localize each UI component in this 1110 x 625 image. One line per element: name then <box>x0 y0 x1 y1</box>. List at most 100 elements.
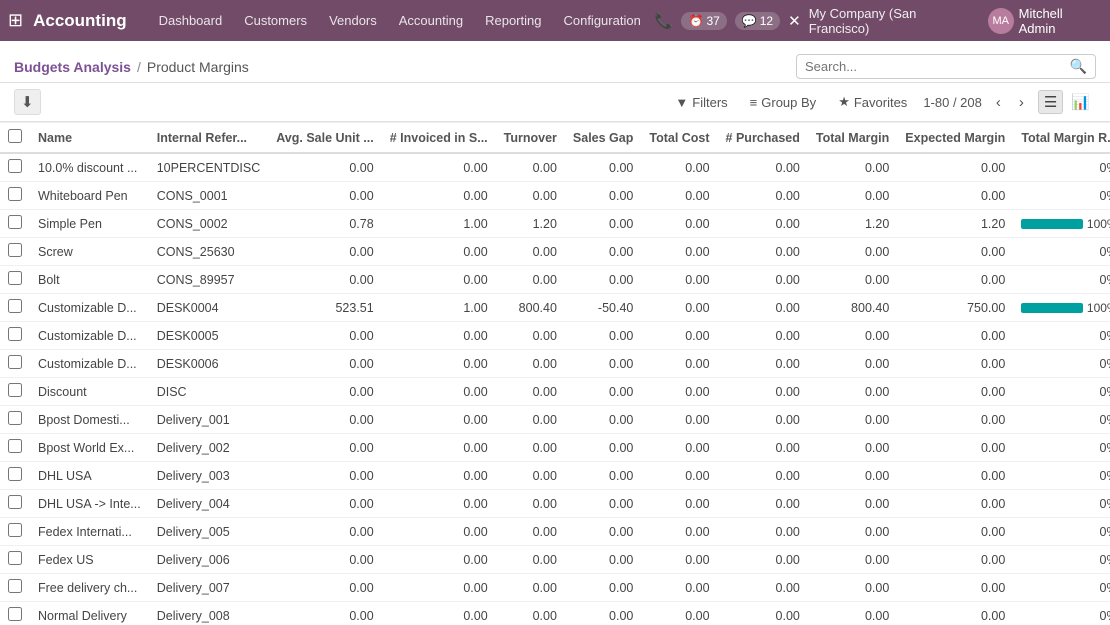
activity-badge[interactable]: ⏰ 37 <box>681 12 726 30</box>
row-checkbox-cell[interactable] <box>0 350 30 378</box>
nav-configuration[interactable]: Configuration <box>553 7 650 34</box>
cell-name[interactable]: Bpost Domesti... <box>30 406 149 434</box>
cell-name[interactable]: Customizable D... <box>30 350 149 378</box>
row-checkbox[interactable] <box>8 467 22 481</box>
download-button[interactable]: ⬇ <box>14 89 41 115</box>
row-checkbox[interactable] <box>8 187 22 201</box>
col-total-margin-r[interactable]: Total Margin R... <box>1013 123 1110 154</box>
row-checkbox[interactable] <box>8 271 22 285</box>
filters-button[interactable]: ▼ Filters <box>669 92 733 113</box>
cell-expected-margin: 0.00 <box>897 602 1013 625</box>
row-checkbox-cell[interactable] <box>0 182 30 210</box>
row-checkbox[interactable] <box>8 355 22 369</box>
cell-name[interactable]: Free delivery ch... <box>30 574 149 602</box>
cell-name[interactable]: Simple Pen <box>30 210 149 238</box>
cell-expected-margin: 1.20 <box>897 210 1013 238</box>
cell-expected-margin: 750.00 <box>897 294 1013 322</box>
cell-total-margin: 0.00 <box>808 378 897 406</box>
cell-total-cost: 0.00 <box>641 322 717 350</box>
cell-expected-margin: 0.00 <box>897 546 1013 574</box>
row-checkbox[interactable] <box>8 523 22 537</box>
cell-name[interactable]: 10.0% discount ... <box>30 153 149 182</box>
row-checkbox[interactable] <box>8 243 22 257</box>
list-view-button[interactable]: ☰ <box>1038 90 1063 114</box>
cell-total-cost: 0.00 <box>641 294 717 322</box>
col-avg-sale-unit[interactable]: Avg. Sale Unit ... <box>268 123 381 154</box>
row-checkbox-cell[interactable] <box>0 266 30 294</box>
row-checkbox-cell[interactable] <box>0 462 30 490</box>
app-grid-icon[interactable]: ⊞ <box>8 10 23 31</box>
cell-name[interactable]: Fedex Internati... <box>30 518 149 546</box>
row-checkbox-cell[interactable] <box>0 322 30 350</box>
next-page-button[interactable]: › <box>1015 92 1028 113</box>
row-checkbox-cell[interactable] <box>0 434 30 462</box>
row-checkbox[interactable] <box>8 383 22 397</box>
col-sales-gap[interactable]: Sales Gap <box>565 123 641 154</box>
nav-vendors[interactable]: Vendors <box>319 7 387 34</box>
col-invoiced[interactable]: # Invoiced in S... <box>382 123 496 154</box>
row-checkbox[interactable] <box>8 495 22 509</box>
row-checkbox-cell[interactable] <box>0 406 30 434</box>
col-turnover[interactable]: Turnover <box>496 123 565 154</box>
col-internal-ref[interactable]: Internal Refer... <box>149 123 269 154</box>
cell-name[interactable]: Bolt <box>30 266 149 294</box>
user-name: Mitchell Admin <box>1019 6 1102 36</box>
row-checkbox[interactable] <box>8 607 22 621</box>
row-checkbox-cell[interactable] <box>0 210 30 238</box>
row-checkbox-cell[interactable] <box>0 490 30 518</box>
row-checkbox-cell[interactable] <box>0 574 30 602</box>
cell-name[interactable]: DHL USA -> Inte... <box>30 490 149 518</box>
prev-page-button[interactable]: ‹ <box>992 92 1005 113</box>
row-checkbox[interactable] <box>8 551 22 565</box>
cell-name[interactable]: Customizable D... <box>30 294 149 322</box>
row-checkbox[interactable] <box>8 327 22 341</box>
cell-name[interactable]: DHL USA <box>30 462 149 490</box>
row-checkbox[interactable] <box>8 215 22 229</box>
cell-invoiced: 0.00 <box>382 602 496 625</box>
row-checkbox-cell[interactable] <box>0 153 30 182</box>
col-total-margin[interactable]: Total Margin <box>808 123 897 154</box>
search-input[interactable] <box>805 59 1070 74</box>
row-checkbox-cell[interactable] <box>0 546 30 574</box>
col-expected-margin[interactable]: Expected Margin <box>897 123 1013 154</box>
row-checkbox[interactable] <box>8 439 22 453</box>
cell-name[interactable]: Normal Delivery <box>30 602 149 625</box>
row-checkbox-cell[interactable] <box>0 602 30 625</box>
chart-view-button[interactable]: 📊 <box>1065 90 1096 114</box>
cell-name[interactable]: Bpost World Ex... <box>30 434 149 462</box>
message-badge[interactable]: 💬 12 <box>735 12 780 30</box>
cell-sales-gap: 0.00 <box>565 238 641 266</box>
cell-name[interactable]: Whiteboard Pen <box>30 182 149 210</box>
row-checkbox[interactable] <box>8 411 22 425</box>
select-all-checkbox[interactable] <box>8 129 22 143</box>
cell-name[interactable]: Discount <box>30 378 149 406</box>
nav-customers[interactable]: Customers <box>234 7 317 34</box>
col-total-cost[interactable]: Total Cost <box>641 123 717 154</box>
breadcrumb-main[interactable]: Budgets Analysis <box>14 59 131 75</box>
favorites-button[interactable]: ★ Favorites <box>832 91 913 113</box>
row-checkbox[interactable] <box>8 299 22 313</box>
cell-name[interactable]: Fedex US <box>30 546 149 574</box>
nav-accounting[interactable]: Accounting <box>389 7 473 34</box>
cell-purchased: 0.00 <box>718 462 808 490</box>
nav-dashboard[interactable]: Dashboard <box>149 7 233 34</box>
row-checkbox-cell[interactable] <box>0 378 30 406</box>
cell-name[interactable]: Screw <box>30 238 149 266</box>
cell-name[interactable]: Customizable D... <box>30 322 149 350</box>
row-checkbox[interactable] <box>8 579 22 593</box>
groupby-button[interactable]: ≡ Group By <box>744 92 823 113</box>
row-checkbox[interactable] <box>8 159 22 173</box>
select-all-header[interactable] <box>0 123 30 154</box>
close-icon[interactable]: ✕ <box>788 12 801 30</box>
company-name[interactable]: My Company (San Francisco) <box>809 6 980 36</box>
phone-icon[interactable]: 📞 <box>655 12 674 30</box>
user-menu[interactable]: MA Mitchell Admin <box>988 6 1102 36</box>
cell-avg-sale-unit: 0.00 <box>268 462 381 490</box>
row-checkbox-cell[interactable] <box>0 238 30 266</box>
cell-total-margin-r: 0% <box>1013 153 1110 182</box>
nav-reporting[interactable]: Reporting <box>475 7 551 34</box>
row-checkbox-cell[interactable] <box>0 294 30 322</box>
col-name[interactable]: Name <box>30 123 149 154</box>
row-checkbox-cell[interactable] <box>0 518 30 546</box>
col-purchased[interactable]: # Purchased <box>718 123 808 154</box>
